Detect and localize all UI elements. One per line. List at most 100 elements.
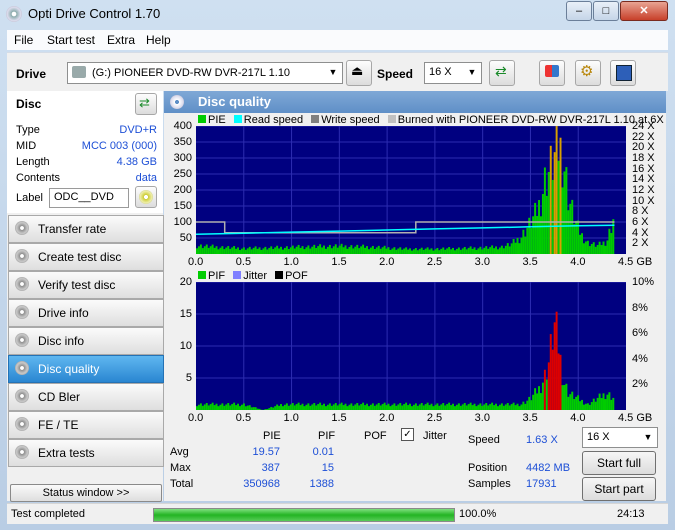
pif-bar — [581, 399, 583, 410]
start-part-button[interactable]: Start part — [582, 477, 656, 501]
pie-bar — [497, 249, 499, 254]
y-tick-label: 250 — [173, 168, 192, 180]
speed-select[interactable]: 16 X ▼ — [424, 62, 482, 84]
pif-bar — [534, 388, 537, 410]
pie-bar — [309, 248, 312, 254]
pif-bar — [225, 404, 228, 410]
pie-bar — [555, 121, 558, 254]
minimize-button[interactable]: – — [566, 1, 592, 21]
pif-bar — [399, 403, 402, 410]
pif-bar — [491, 402, 494, 410]
drive-select[interactable]: (G:) PIONEER DVD-RW DVR-217L 1.10 ▼ — [67, 62, 343, 84]
pie-bar — [502, 248, 505, 254]
pif-bar — [412, 404, 415, 410]
pie-bar — [467, 247, 470, 254]
pie-bar — [326, 246, 329, 254]
stats-total-pif: 1388 — [309, 478, 334, 490]
pif-bar — [407, 405, 410, 410]
disc-app-icon — [6, 6, 22, 22]
menu-start-test[interactable]: Start test — [47, 33, 95, 47]
pif-bar — [303, 406, 306, 410]
pie-bar — [285, 246, 288, 254]
menu-extra[interactable]: Extra — [107, 33, 135, 47]
disc-refresh-button[interactable]: ⇄ — [135, 93, 157, 115]
pie-bar — [506, 243, 509, 254]
pie-bar — [444, 249, 447, 254]
pie-bar — [287, 249, 290, 254]
pif-bar — [608, 392, 611, 410]
close-button[interactable]: ✕ — [620, 1, 668, 21]
pie-chart — [195, 121, 626, 254]
pif-bar — [248, 405, 251, 410]
pie-bar — [272, 248, 275, 254]
refresh-button[interactable]: ⇄ — [489, 60, 515, 86]
pif-bar — [217, 406, 220, 410]
nav-disc-info[interactable]: Disc info — [8, 327, 164, 355]
eject-button[interactable]: ⏏ — [346, 60, 372, 86]
pif-bar — [543, 369, 546, 410]
pie-bar — [244, 249, 247, 254]
test-speed-select[interactable]: 16 X ▼ — [582, 427, 658, 448]
pie-bar — [594, 246, 597, 254]
pif-bar — [340, 402, 343, 410]
pif-bar — [489, 404, 492, 410]
pie-bar — [581, 233, 583, 254]
pie-bar — [606, 240, 609, 254]
pie-bar — [596, 244, 599, 254]
pif-bar — [487, 405, 490, 410]
start-full-button[interactable]: Start full — [582, 451, 656, 475]
menu-file[interactable]: File — [14, 33, 33, 47]
disc-label-field[interactable]: ODC__DVD — [49, 188, 129, 208]
menu-help[interactable]: Help — [146, 33, 171, 47]
nav-extra-tests[interactable]: Extra tests — [8, 439, 164, 467]
nav-verify-test-disc[interactable]: Verify test disc — [8, 271, 164, 299]
menu-bar: File Start test Extra Help — [7, 30, 668, 50]
pif-bar — [233, 402, 236, 410]
eject-icon: ⏏ — [351, 63, 364, 78]
nav-fe-te[interactable]: FE / TE — [8, 411, 164, 439]
pif-chart-svg — [196, 281, 626, 410]
pif-bar — [197, 404, 200, 410]
pif-bar — [540, 393, 542, 410]
pie-bar — [524, 236, 527, 254]
disc-icon — [15, 445, 29, 459]
pif-bar — [457, 403, 460, 410]
pie-bar — [368, 249, 370, 254]
nav-disc-quality[interactable]: Disc quality — [8, 355, 164, 383]
pif-bar — [385, 405, 388, 410]
nav-transfer-rate[interactable]: Transfer rate — [8, 215, 164, 243]
nav-cd-bler[interactable]: CD Bler — [8, 383, 164, 411]
pif-bar — [350, 403, 353, 410]
x-tick-label: 2.0 — [379, 256, 395, 268]
y2-tick-label: 6% — [632, 327, 648, 340]
settings-button[interactable]: ⚙ — [575, 60, 601, 86]
legend-swatch-burn — [387, 115, 396, 123]
pie-bar — [579, 234, 582, 254]
pie-bar — [489, 247, 492, 254]
status-window-button[interactable]: Status window >> — [10, 484, 162, 502]
legend-pie: PIE — [208, 114, 226, 126]
legend-swatch-pif — [198, 271, 206, 279]
pif-bar — [235, 405, 238, 410]
nav-drive-info[interactable]: Drive info — [8, 299, 164, 327]
pif-bar — [266, 409, 269, 410]
pif-bar — [250, 407, 253, 410]
pif-bar — [493, 405, 496, 410]
disc-label-button[interactable] — [135, 186, 157, 208]
pif-bar — [313, 403, 316, 410]
pie-bar — [385, 248, 388, 254]
stats-jitter-label: Jitter — [423, 430, 447, 442]
pie-bar — [297, 244, 300, 254]
pif-bar — [231, 404, 234, 410]
erase-button[interactable] — [539, 60, 565, 86]
nav-label: Drive info — [38, 306, 89, 320]
jitter-checkbox[interactable]: ✓ — [401, 428, 414, 441]
pif-bar — [545, 379, 548, 410]
pif-bar — [272, 407, 275, 410]
pie-bar — [479, 246, 482, 254]
legend-swatch-pof — [275, 271, 284, 279]
maximize-button[interactable]: □ — [593, 1, 619, 21]
pie-bar — [426, 247, 429, 254]
nav-create-test-disc[interactable]: Create test disc — [8, 243, 164, 271]
save-button[interactable] — [610, 60, 636, 86]
